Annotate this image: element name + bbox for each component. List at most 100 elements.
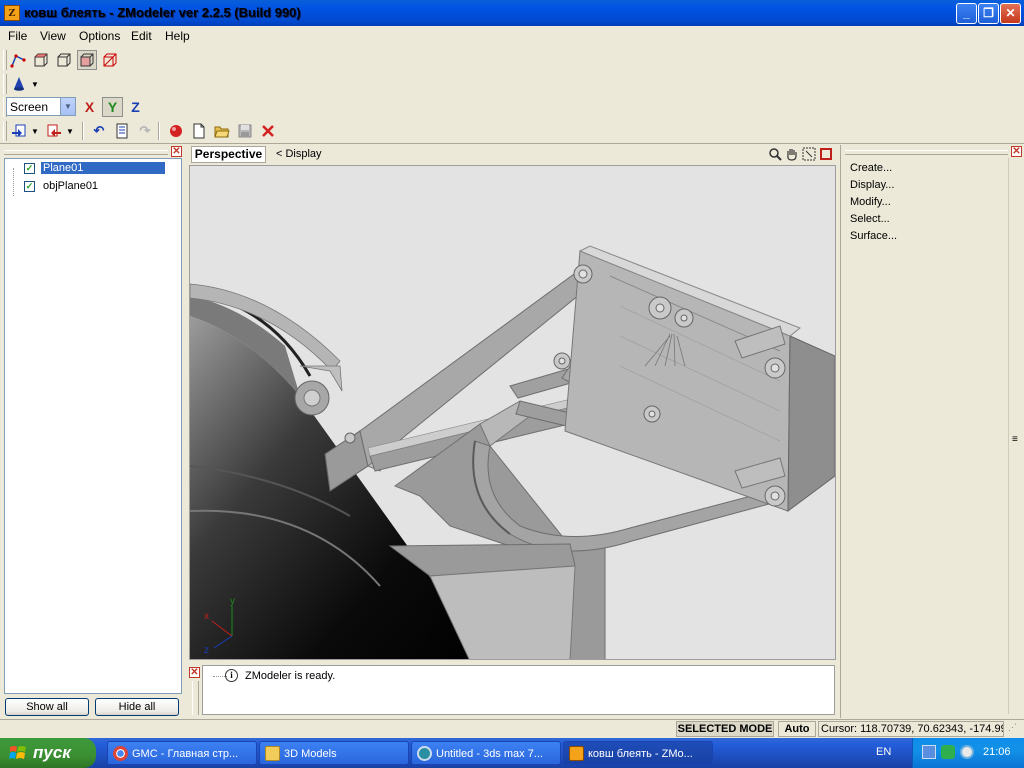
splitter-grip-icon[interactable]: ≡ [1012, 434, 1018, 445]
open-folder-icon[interactable] [212, 121, 232, 141]
menu-bar [0, 26, 1024, 46]
resize-grip-icon[interactable]: ⋰ [1008, 722, 1017, 733]
auto-indicator[interactable]: Auto [778, 721, 816, 737]
tab-perspective[interactable]: Perspective [191, 146, 266, 163]
close-icon[interactable]: ✕ [189, 667, 200, 678]
visibility-checkbox[interactable]: ✓ [24, 181, 35, 192]
menu-file[interactable]: File [8, 29, 27, 43]
undo-icon[interactable]: ↶ [89, 121, 109, 141]
start-label: пуск [33, 743, 71, 762]
maximize-button[interactable]: ❐ [978, 3, 999, 24]
new-file-icon[interactable] [189, 121, 209, 141]
close-button[interactable]: ✕ [1000, 3, 1021, 24]
task-label: GMC - Главная стр... [132, 748, 239, 760]
hide-all-button[interactable]: Hide all [95, 698, 179, 716]
menu-view[interactable]: View [40, 29, 66, 43]
task-3ds-max[interactable]: Untitled - 3ds max 7... [411, 741, 561, 765]
command-surface[interactable]: Surface... [850, 230, 897, 242]
toolbar-separator [158, 122, 160, 140]
selection-mode-indicator: SELECTED MODE [676, 721, 774, 737]
chevron-down-icon[interactable]: ▼ [60, 98, 75, 115]
task-gmc-chrome[interactable]: GMC - Главная стр... [107, 741, 257, 765]
tree-item-label: objPlane01 [43, 180, 99, 192]
axis-gizmo-y: y [230, 596, 235, 607]
model-render [190, 245, 835, 659]
zmodeler-app-icon[interactable]: Z [4, 5, 20, 21]
task-label: ковш блеять - ZMo... [588, 748, 693, 760]
group-select-icon[interactable] [77, 50, 97, 70]
save-icon[interactable] [235, 121, 255, 141]
task-zmodeler[interactable]: ковш блеять - ZMo... [563, 741, 713, 765]
vertex-select-icon[interactable] [8, 50, 28, 70]
visibility-checkbox[interactable]: ✓ [24, 163, 35, 174]
update-icon[interactable] [960, 745, 974, 759]
delete-icon[interactable] [258, 121, 278, 141]
coordinate-system-select[interactable]: Screen ▼ [6, 97, 76, 116]
axis-gizmo-z: z [204, 645, 209, 656]
cursor-coordinates: Cursor: 118.70739, 70.62343, -174.99( [818, 721, 1004, 737]
object-tree[interactable]: ✓ Plane01 ✓ objPlane01 [4, 158, 182, 694]
menu-options[interactable]: Options [79, 29, 120, 43]
toolbar-divider [0, 143, 1024, 144]
tree-item-objplane01[interactable]: ✓ objPlane01 [21, 179, 181, 195]
menu-help[interactable]: Help [165, 29, 190, 43]
chevron-down-icon[interactable]: ▼ [66, 127, 74, 136]
pan-hand-icon[interactable] [784, 146, 800, 162]
toolbar-grip [3, 50, 7, 70]
tree-item-label: Plane01 [41, 162, 165, 174]
zoom-extents-icon[interactable] [801, 146, 817, 162]
maximize-viewport-icon[interactable] [820, 148, 832, 160]
command-select[interactable]: Select... [850, 213, 890, 225]
task-label: 3D Models [284, 748, 337, 760]
close-icon[interactable]: ✕ [171, 146, 182, 157]
polygon-select-icon[interactable] [31, 50, 51, 70]
network-icon[interactable] [922, 745, 936, 759]
chrome-icon [113, 746, 128, 761]
command-display[interactable]: Display... [850, 179, 894, 191]
message-log[interactable]: i ZModeler is ready. [202, 665, 835, 715]
log-message: ZModeler is ready. [245, 670, 336, 682]
axis-z-toggle[interactable]: Z [125, 97, 146, 117]
start-button[interactable]: пуск [0, 738, 96, 768]
chevron-down-icon[interactable]: ▼ [31, 127, 39, 136]
close-icon[interactable]: ✕ [1011, 146, 1022, 157]
windows-logo-icon [9, 746, 26, 759]
toolbar-grip [3, 121, 7, 141]
properties-icon[interactable] [112, 121, 132, 141]
zmodeler-icon [569, 746, 584, 761]
axis-gizmo-x: x [204, 611, 209, 622]
object-select-icon[interactable] [54, 50, 74, 70]
task-3d-models[interactable]: 3D Models [259, 741, 409, 765]
task-label: Untitled - 3ds max 7... [436, 748, 543, 760]
clock: 21:06 [983, 746, 1011, 758]
display-menu-toggle[interactable]: < Display [276, 148, 322, 160]
tree-item-plane01[interactable]: ✓ Plane01 [21, 161, 181, 177]
viewport-perspective[interactable]: y x z [189, 165, 836, 660]
panel-grip [192, 681, 199, 715]
redo-icon[interactable]: ↷ [135, 121, 155, 141]
command-create[interactable]: Create... [850, 162, 892, 174]
minimize-button[interactable]: _ [956, 3, 977, 24]
language-indicator[interactable]: EN [876, 746, 891, 758]
show-all-button[interactable]: Show all [5, 698, 89, 716]
toolbar-separator [82, 122, 84, 140]
panel-grip [4, 150, 168, 155]
coordinate-system-value: Screen [10, 100, 49, 114]
menu-edit[interactable]: Edit [131, 29, 152, 43]
selection-filter-icon[interactable] [100, 50, 120, 70]
folder-icon [265, 746, 280, 761]
import-icon[interactable] [9, 121, 29, 141]
snap-cone-icon[interactable] [9, 74, 29, 94]
3ds-max-icon [417, 746, 432, 761]
record-icon[interactable] [166, 121, 186, 141]
security-shield-icon[interactable] [941, 745, 955, 759]
info-icon: i [225, 669, 238, 682]
export-icon[interactable] [44, 121, 64, 141]
command-modify[interactable]: Modify... [850, 196, 891, 208]
axis-x-toggle[interactable]: X [79, 97, 100, 117]
zoom-icon[interactable] [767, 146, 783, 162]
panel-grip [845, 150, 1008, 155]
chevron-down-icon[interactable]: ▼ [31, 80, 39, 89]
toolbar-grip [3, 74, 7, 94]
axis-y-toggle[interactable]: Y [102, 97, 123, 117]
